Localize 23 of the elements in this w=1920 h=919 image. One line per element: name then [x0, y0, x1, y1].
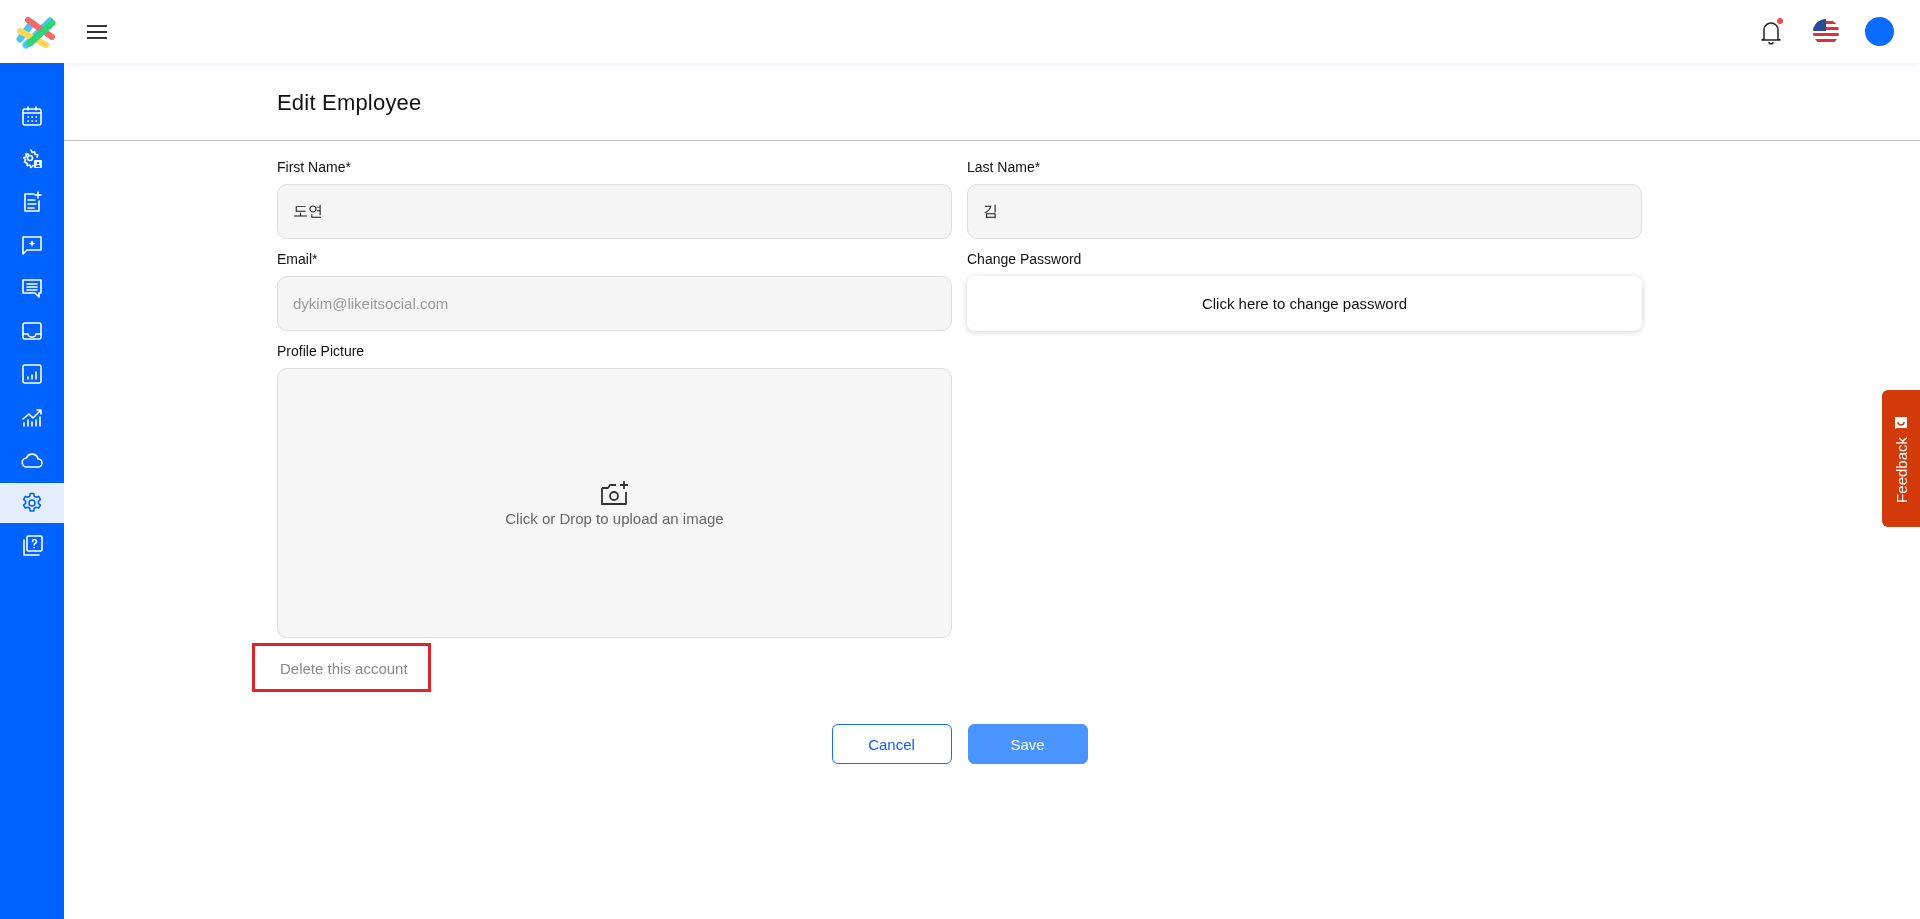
text-field[interactable]: 도연	[277, 184, 952, 239]
cancel-button[interactable]: Cancel	[831, 724, 952, 764]
field-label: Profile Picture	[277, 343, 366, 359]
page-title: Edit Employee	[277, 90, 423, 116]
smiley-icon	[1894, 414, 1908, 429]
logo-icon	[14, 14, 58, 49]
field-label: Email*	[277, 251, 319, 267]
notification-bell-icon[interactable]	[1759, 17, 1783, 46]
email-field[interactable]: dykim@likeitsocial.com	[277, 276, 952, 331]
avatar[interactable]	[1865, 17, 1894, 46]
flag-icon[interactable]	[1813, 18, 1839, 45]
upload-hint: Click or Drop to upload an image	[505, 509, 724, 527]
change-password-button[interactable]: Click here to change password	[967, 276, 1642, 331]
text-field[interactable]: 김	[967, 184, 1642, 239]
upload-area[interactable]: Click or Drop to upload an image	[277, 368, 952, 638]
field-label: Change Password	[967, 251, 1083, 267]
save-button[interactable]: Save	[967, 724, 1088, 764]
field-label: First Name*	[277, 159, 352, 175]
feedback-tab[interactable]: Feedback	[1882, 390, 1920, 527]
camera-add-icon	[599, 479, 630, 506]
settings-icon[interactable]	[0, 483, 64, 523]
field-label: Last Name*	[967, 159, 1042, 175]
delete-account-link[interactable]: Delete this account	[252, 643, 431, 692]
